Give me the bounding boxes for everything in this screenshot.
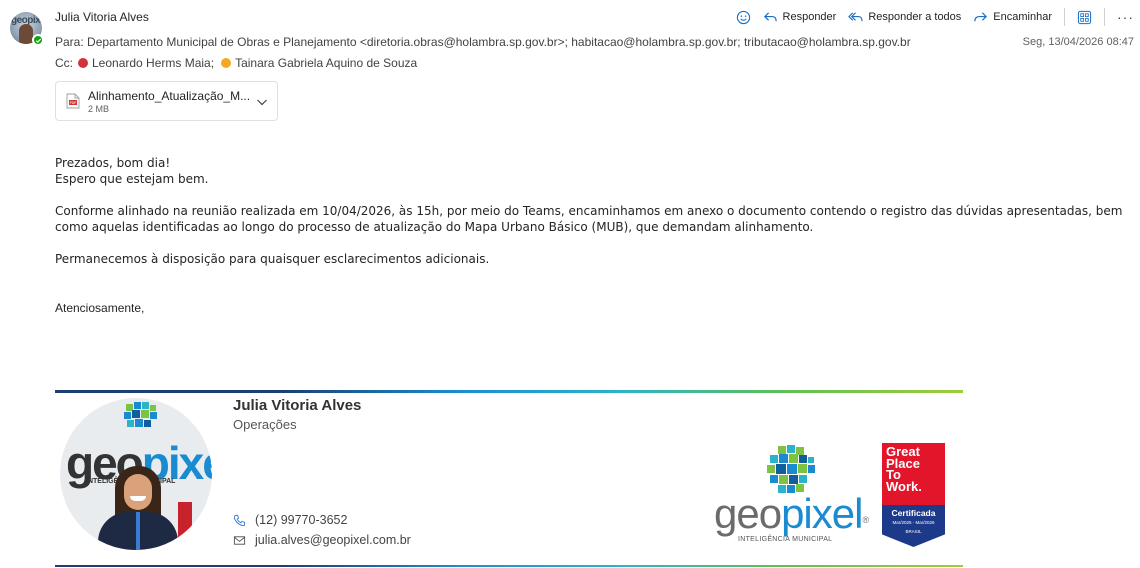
- reply-all-label: Responder a todos: [868, 11, 962, 23]
- email-date: Seg, 13/04/2026 08:47: [1022, 36, 1134, 48]
- body-signoff: Atenciosamente,: [55, 301, 145, 315]
- apps-button[interactable]: [1077, 10, 1092, 25]
- reply-all-button[interactable]: Responder a todos: [848, 10, 961, 25]
- sender-avatar[interactable]: geopixel: [10, 12, 44, 46]
- geopixel-subtitle: INTELIGÊNCIA MUNICIPAL: [738, 536, 833, 543]
- geopixel-wordmark: geopixel®: [714, 490, 869, 537]
- geopixel-cube-icon: [124, 402, 157, 427]
- forward-icon: [974, 11, 988, 21]
- attachment-info: Alinhamento_Atualização_M... 2 MB: [88, 89, 250, 114]
- signature-bottom-divider: [55, 565, 963, 567]
- gptw-title: Great Place To Work.: [882, 443, 945, 505]
- cc-recipient[interactable]: Leonardo Herms Maia;: [92, 56, 214, 70]
- apps-grid-icon: [1077, 10, 1092, 24]
- person-face: [124, 474, 152, 510]
- to-label: Para:: [55, 35, 84, 49]
- sender-name[interactable]: Julia Vitoria Alves: [55, 10, 149, 24]
- to-recipients[interactable]: Departamento Municipal de Obras e Planej…: [87, 35, 911, 49]
- signature-email[interactable]: julia.alves@geopixel.com.br: [233, 533, 411, 547]
- presence-away-icon: [221, 58, 232, 68]
- phone-number: (12) 99770-3652: [255, 513, 348, 527]
- message-actions: Responder Responder a todos Encaminhar ·…: [736, 8, 1134, 26]
- reply-label: Responder: [782, 11, 837, 23]
- presence-busy-icon: [78, 58, 88, 68]
- forward-button[interactable]: Encaminhar: [973, 10, 1052, 25]
- body-line: Espero que estejam bem.: [55, 172, 209, 186]
- body-closing-paragraph: Permanecemos à disposição para quaisquer…: [55, 252, 490, 266]
- mail-icon: [233, 535, 246, 545]
- email-address: julia.alves@geopixel.com.br: [255, 533, 411, 547]
- attachment-card[interactable]: PDF Alinhamento_Atualização_M... 2 MB: [55, 81, 278, 121]
- react-button[interactable]: [736, 10, 751, 25]
- signature-phone[interactable]: (12) 99770-3652: [233, 513, 347, 527]
- gptw-country: BRASIL: [905, 529, 922, 534]
- svg-text:PDF: PDF: [70, 101, 77, 105]
- signature-name: Julia Vitoria Alves: [233, 397, 362, 414]
- attachment-name: Alinhamento_Atualização_M...: [88, 88, 251, 103]
- reply-all-icon: [848, 11, 863, 21]
- person-smile: [130, 496, 146, 501]
- cc-recipient[interactable]: Tainara Gabriela Aquino de Souza: [235, 56, 417, 70]
- to-line: Para: Departamento Municipal de Obras e …: [55, 35, 911, 49]
- gptw-period: Mar/2025 - Mar/2026: [892, 520, 935, 525]
- signature-photo: geopixel INTELIGÊNCIA MUNICIPAL: [60, 398, 212, 550]
- avatar-photo: [19, 24, 33, 44]
- presence-available-icon: [32, 34, 44, 46]
- geopixel-logo: geopixel® INTELIGÊNCIA MUNICIPAL: [714, 440, 870, 548]
- reply-icon: [763, 11, 777, 21]
- signature-top-divider: [55, 390, 963, 393]
- cc-label: Cc:: [55, 56, 73, 70]
- pdf-icon: PDF: [66, 93, 80, 109]
- body-greeting: Prezados, bom dia!: [55, 156, 171, 170]
- background-object: [178, 502, 192, 542]
- toolbar-divider: [1064, 8, 1065, 26]
- cc-line: Cc: Leonardo Herms Maia; Tainara Gabriel…: [55, 56, 417, 70]
- emoji-icon: [736, 10, 750, 24]
- chevron-down-icon[interactable]: [255, 95, 269, 109]
- attachment-size: 2 MB: [88, 103, 110, 114]
- gptw-certified-ribbon: Certificada Mar/2025 - Mar/2026 BRASIL: [882, 505, 945, 547]
- body-paragraph: Conforme alinhado na reunião realizada e…: [55, 204, 1123, 234]
- toolbar-divider: [1104, 8, 1105, 26]
- gptw-certified-label: Certificada: [891, 508, 936, 518]
- gptw-certification-badge: Great Place To Work. Certificada Mar/202…: [882, 443, 945, 547]
- phone-icon: [233, 514, 246, 526]
- more-actions-button[interactable]: ···: [1117, 9, 1134, 25]
- signature-role: Operações: [233, 417, 297, 432]
- person-lanyard: [136, 512, 140, 550]
- reply-button[interactable]: Responder: [763, 10, 837, 25]
- forward-label: Encaminhar: [993, 11, 1052, 23]
